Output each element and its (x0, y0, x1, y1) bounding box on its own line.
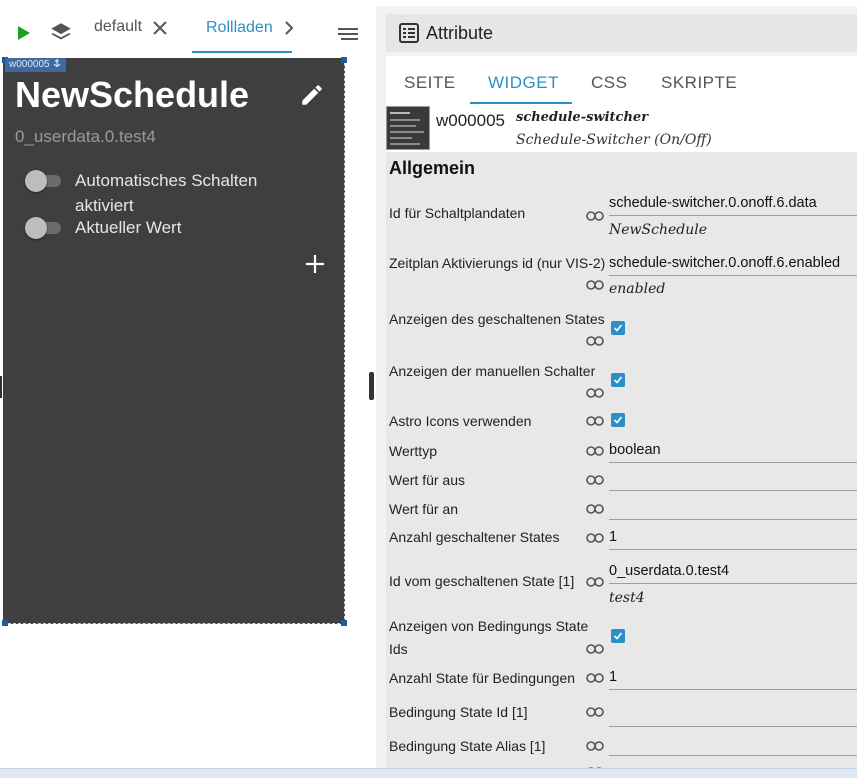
widget-id-tag-label: w000005 (9, 59, 50, 70)
attribute-panel: Attribute SEITE WIDGET CSS SKRIPTE w0000… (376, 0, 857, 778)
link-icon[interactable] (586, 443, 604, 456)
attr-input[interactable]: schedule-switcher.0.onoff.6.data (609, 192, 857, 216)
attr-label: Wert für aus (389, 472, 465, 488)
schedule-state-id: 0_userdata.0.test4 (15, 127, 156, 146)
panel-resize-grip[interactable] (0, 376, 2, 398)
checkbox[interactable] (611, 413, 625, 427)
widget-id: w000005 (436, 111, 506, 130)
attr-select[interactable]: boolean (609, 439, 857, 463)
attribute-tabs: SEITE WIDGET CSS SKRIPTE (386, 56, 857, 104)
resize-handle[interactable] (2, 620, 8, 626)
add-icon[interactable] (303, 252, 327, 276)
resize-handle[interactable] (341, 620, 347, 626)
tab-seite[interactable]: SEITE (404, 73, 456, 93)
edit-icon[interactable] (299, 82, 325, 108)
status-bar (0, 768, 857, 778)
checkbox[interactable] (611, 629, 625, 643)
link-icon[interactable] (586, 333, 604, 346)
panel-title: Attribute (426, 23, 494, 43)
attr-input[interactable]: 0_userdata.0.test4 (609, 560, 857, 584)
link-icon[interactable] (586, 413, 604, 426)
attr-input[interactable] (609, 732, 857, 756)
chevron-right-icon[interactable] (284, 20, 294, 41)
tab-widget[interactable]: WIDGET (488, 73, 559, 93)
widget-description: Schedule-Switcher (On/Off) (516, 132, 712, 148)
link-icon[interactable] (586, 704, 604, 717)
toggle-switch-value[interactable] (25, 217, 65, 239)
attr-label: Wert für an (389, 501, 458, 517)
switch-label-auto: Automatisches Schalten aktiviert (75, 171, 258, 215)
tab-rollladen[interactable]: Rollladen (192, 8, 294, 53)
play-icon[interactable] (14, 22, 34, 44)
attr-input[interactable]: schedule-switcher.0.onoff.6.enabled (609, 252, 857, 276)
schedule-title: NewSchedule (15, 74, 250, 115)
link-icon[interactable] (586, 472, 604, 485)
widget-id-tag: w000005 (5, 58, 66, 72)
widget-thumbnail (386, 106, 430, 150)
widget-type: schedule-switcher (516, 110, 649, 125)
link-icon[interactable] (586, 738, 604, 751)
attr-label: Astro Icons verwenden (389, 413, 532, 429)
attribute-list: Allgemein Id für Schaltplandaten schedul… (386, 152, 857, 778)
widget-header: w000005 schedule-switcher Schedule-Switc… (386, 104, 857, 152)
link-icon[interactable] (586, 670, 604, 683)
link-icon[interactable] (586, 530, 604, 543)
tab-css[interactable]: CSS (591, 73, 627, 93)
group-title-allgemein[interactable]: Allgemein (389, 158, 475, 179)
close-icon[interactable] (150, 18, 172, 40)
attr-label: Anzeigen des geschaltenen States (389, 311, 605, 327)
schedule-widget[interactable]: w000005 NewSchedule 0_userdata.0.test4 A… (2, 57, 347, 626)
attr-input[interactable]: 1 (609, 666, 857, 690)
anchor-icon (52, 58, 62, 73)
tab-skripte[interactable]: SKRIPTE (661, 73, 737, 93)
attr-input[interactable]: 1 (609, 526, 857, 550)
checkbox[interactable] (611, 373, 625, 387)
link-icon[interactable] (586, 574, 604, 587)
attr-label: Anzahl State für Bedingungen (389, 670, 576, 686)
attr-label: Anzeigen von Bedingungs State Ids (389, 618, 589, 657)
link-icon[interactable] (586, 277, 604, 290)
attr-label: Bedingung State Id [1] (389, 704, 528, 720)
switch-row-value: Aktueller Wert (25, 215, 305, 240)
attr-label: Id für Schaltplandaten (389, 205, 526, 221)
link-icon[interactable] (586, 641, 604, 654)
editor-toolbar: default Rollladen (0, 0, 368, 56)
attr-label: Id vom geschaltenen State [1] (389, 573, 575, 589)
toggle-switch-auto[interactable] (25, 170, 65, 192)
link-icon[interactable] (586, 208, 604, 221)
attr-label: Werttyp (389, 443, 437, 459)
switch-label-value: Aktueller Wert (75, 218, 182, 237)
checkbox[interactable] (611, 321, 625, 335)
menu-icon[interactable] (336, 24, 360, 44)
attr-hint: test4 (609, 590, 645, 606)
link-icon[interactable] (586, 501, 604, 514)
splitter-handle[interactable] (369, 372, 374, 400)
link-icon[interactable] (586, 385, 604, 398)
attr-input[interactable] (609, 467, 857, 491)
attr-input[interactable] (609, 703, 857, 727)
list-icon (398, 22, 420, 44)
vis-editor: default Rollladen w000005 NewSchedule 0_… (0, 0, 857, 778)
attr-hint: enabled (609, 281, 666, 297)
tab-default[interactable]: default (94, 18, 142, 36)
tab-rollladen-label: Rollladen (206, 19, 273, 36)
attr-label: Bedingung State Alias [1] (389, 738, 546, 754)
attr-label: Zeitplan Aktivierungs id (nur VIS-2) (389, 255, 606, 271)
attr-input[interactable] (609, 496, 857, 520)
switch-row-auto: Automatisches Schalten aktiviert (25, 168, 305, 218)
resize-handle[interactable] (341, 57, 347, 63)
layers-icon[interactable] (48, 20, 74, 46)
attr-label: Anzahl geschaltener States (389, 529, 560, 545)
attribute-panel-header: Attribute (386, 14, 857, 52)
attr-hint: NewSchedule (609, 222, 707, 238)
attr-label: Anzeigen der manuellen Schalter (389, 363, 596, 379)
